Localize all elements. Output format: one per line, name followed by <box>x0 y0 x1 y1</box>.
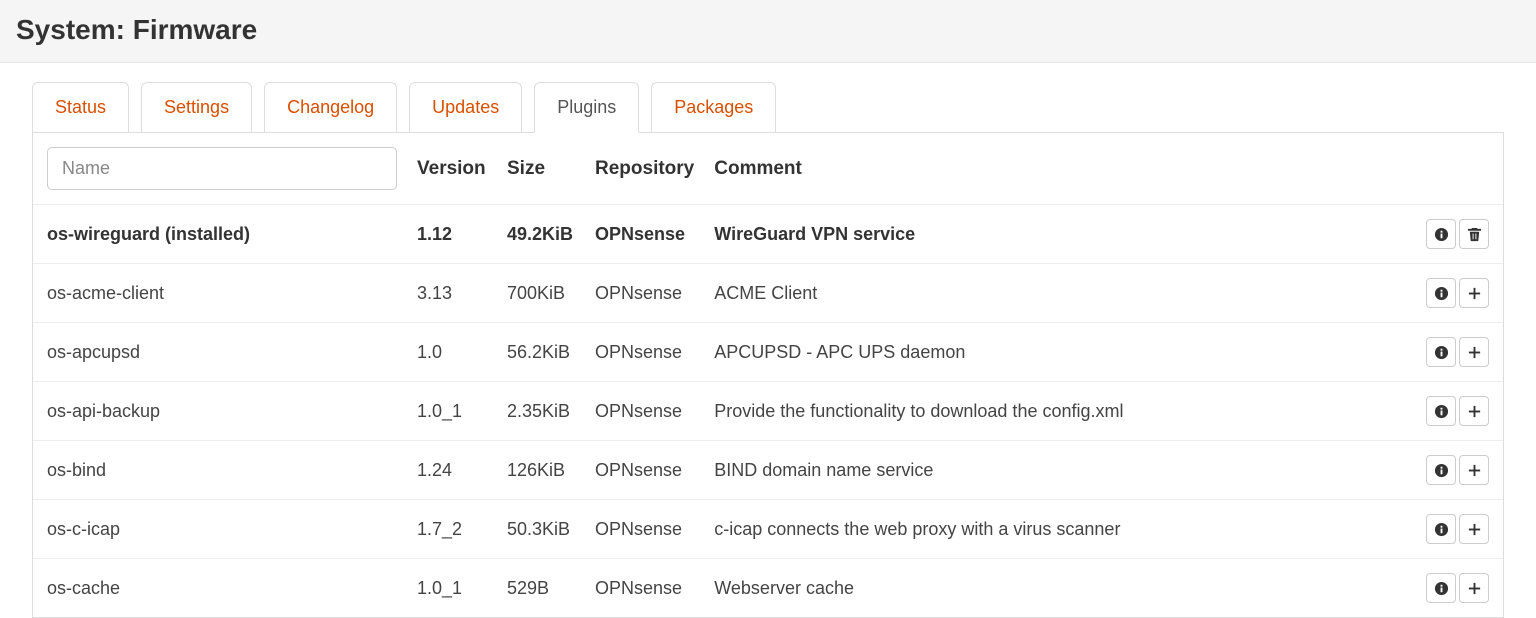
plugin-version: 1.24 <box>407 441 497 500</box>
table-row: os-api-backup1.0_12.35KiBOPNsenseProvide… <box>33 382 1503 441</box>
info-icon[interactable] <box>1426 337 1456 367</box>
table-row: os-cache1.0_1529BOPNsenseWebserver cache <box>33 559 1503 618</box>
plugin-comment: Provide the functionality to download th… <box>704 382 1393 441</box>
info-icon[interactable] <box>1426 573 1456 603</box>
plugin-version: 1.7_2 <box>407 500 497 559</box>
plugin-repo: OPNsense <box>585 441 704 500</box>
plugin-actions <box>1393 264 1503 323</box>
plugin-actions <box>1393 559 1503 618</box>
col-size: Size <box>497 133 585 205</box>
col-version: Version <box>407 133 497 205</box>
plugin-name: os-acme-client <box>33 264 407 323</box>
info-icon[interactable] <box>1426 396 1456 426</box>
tab-updates[interactable]: Updates <box>409 82 522 133</box>
tabs: StatusSettingsChangelogUpdatesPluginsPac… <box>0 63 1536 132</box>
trash-icon[interactable] <box>1459 219 1489 249</box>
table-row: os-apcupsd1.056.2KiBOPNsenseAPCUPSD - AP… <box>33 323 1503 382</box>
plus-icon[interactable] <box>1459 573 1489 603</box>
plugin-name: os-c-icap <box>33 500 407 559</box>
plugin-size: 700KiB <box>497 264 585 323</box>
plugin-actions <box>1393 205 1503 264</box>
content-panel: StatusSettingsChangelogUpdatesPluginsPac… <box>0 62 1536 618</box>
plugin-comment: Webserver cache <box>704 559 1393 618</box>
plugin-name: os-bind <box>33 441 407 500</box>
info-icon[interactable] <box>1426 219 1456 249</box>
plugin-repo: OPNsense <box>585 559 704 618</box>
table-row: os-acme-client3.13700KiBOPNsenseACME Cli… <box>33 264 1503 323</box>
plugin-size: 126KiB <box>497 441 585 500</box>
plugin-name: os-apcupsd <box>33 323 407 382</box>
plus-icon[interactable] <box>1459 514 1489 544</box>
plugin-actions <box>1393 323 1503 382</box>
plugin-comment: WireGuard VPN service <box>704 205 1393 264</box>
plugin-actions <box>1393 382 1503 441</box>
tab-settings[interactable]: Settings <box>141 82 252 133</box>
tab-plugins[interactable]: Plugins <box>534 82 639 133</box>
plugin-repo: OPNsense <box>585 500 704 559</box>
plugins-panel: Version Size Repository Comment os-wireg… <box>32 132 1504 618</box>
plus-icon[interactable] <box>1459 337 1489 367</box>
plugin-size: 49.2KiB <box>497 205 585 264</box>
name-filter-input[interactable] <box>47 147 397 190</box>
table-row: os-c-icap1.7_250.3KiBOPNsensec-icap conn… <box>33 500 1503 559</box>
plugin-size: 2.35KiB <box>497 382 585 441</box>
table-row: os-wireguard (installed)1.1249.2KiBOPNse… <box>33 205 1503 264</box>
plus-icon[interactable] <box>1459 455 1489 485</box>
col-repository: Repository <box>585 133 704 205</box>
plugin-name: os-wireguard (installed) <box>33 205 407 264</box>
plugin-version: 3.13 <box>407 264 497 323</box>
plugin-comment: APCUPSD - APC UPS daemon <box>704 323 1393 382</box>
plugin-version: 1.0_1 <box>407 382 497 441</box>
plugin-repo: OPNsense <box>585 382 704 441</box>
plugin-repo: OPNsense <box>585 205 704 264</box>
plugin-size: 50.3KiB <box>497 500 585 559</box>
col-comment: Comment <box>704 133 1393 205</box>
tab-changelog[interactable]: Changelog <box>264 82 397 133</box>
plugin-version: 1.0_1 <box>407 559 497 618</box>
plus-icon[interactable] <box>1459 396 1489 426</box>
info-icon[interactable] <box>1426 278 1456 308</box>
plugin-comment: BIND domain name service <box>704 441 1393 500</box>
plugin-actions <box>1393 441 1503 500</box>
plugin-version: 1.0 <box>407 323 497 382</box>
table-row: os-bind1.24126KiBOPNsenseBIND domain nam… <box>33 441 1503 500</box>
plugin-comment: ACME Client <box>704 264 1393 323</box>
plugin-repo: OPNsense <box>585 323 704 382</box>
plugin-size: 56.2KiB <box>497 323 585 382</box>
plugin-comment: c-icap connects the web proxy with a vir… <box>704 500 1393 559</box>
plugin-size: 529B <box>497 559 585 618</box>
plugin-name: os-cache <box>33 559 407 618</box>
plugin-repo: OPNsense <box>585 264 704 323</box>
plugin-name: os-api-backup <box>33 382 407 441</box>
info-icon[interactable] <box>1426 514 1456 544</box>
plugin-actions <box>1393 500 1503 559</box>
plugins-table: Version Size Repository Comment os-wireg… <box>33 133 1503 617</box>
page-title: System: Firmware <box>0 0 1536 62</box>
plus-icon[interactable] <box>1459 278 1489 308</box>
info-icon[interactable] <box>1426 455 1456 485</box>
tab-status[interactable]: Status <box>32 82 129 133</box>
tab-packages[interactable]: Packages <box>651 82 776 133</box>
plugin-version: 1.12 <box>407 205 497 264</box>
